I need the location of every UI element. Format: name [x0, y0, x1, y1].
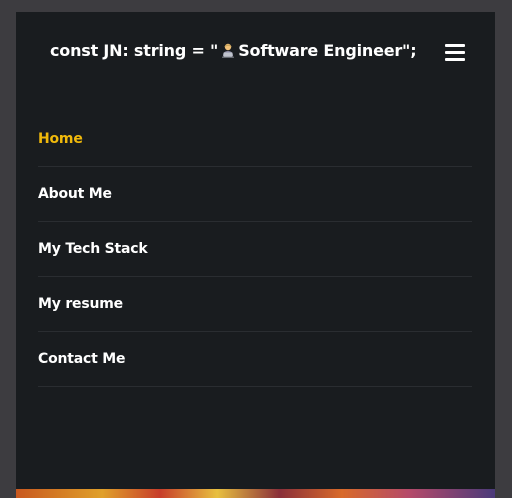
menu-bar-middle [445, 51, 465, 54]
main-nav-list: Home About Me My Tech Stack My resume Co… [38, 112, 472, 387]
nav-item-about-me: About Me [38, 167, 472, 222]
hamburger-menu-icon[interactable] [445, 44, 465, 61]
technologist-emoji-icon [222, 43, 235, 58]
nav-item-resume: My resume [38, 277, 472, 332]
mobile-nav-panel: const JN: string = " Software Engineer";… [16, 12, 495, 498]
menu-bar-top [445, 44, 465, 47]
nav-item-tech-stack: My Tech Stack [38, 222, 472, 277]
nav-link-home[interactable]: Home [38, 131, 83, 147]
nav-item-home: Home [38, 112, 472, 167]
nav-link-about-me[interactable]: About Me [38, 186, 112, 202]
brand-title[interactable]: const JN: string = " Software Engineer"; [50, 41, 417, 60]
brand-role: Software Engineer"; [238, 41, 417, 60]
hero-image-edge [16, 489, 495, 498]
site-header: const JN: string = " Software Engineer"; [16, 12, 495, 92]
nav-link-tech-stack[interactable]: My Tech Stack [38, 241, 148, 257]
brand-prefix: const JN: string = " [50, 41, 219, 60]
nav-link-resume[interactable]: My resume [38, 296, 123, 312]
nav-item-contact-me: Contact Me [38, 332, 472, 387]
menu-bar-bottom [445, 58, 465, 61]
nav-link-contact-me[interactable]: Contact Me [38, 351, 125, 367]
